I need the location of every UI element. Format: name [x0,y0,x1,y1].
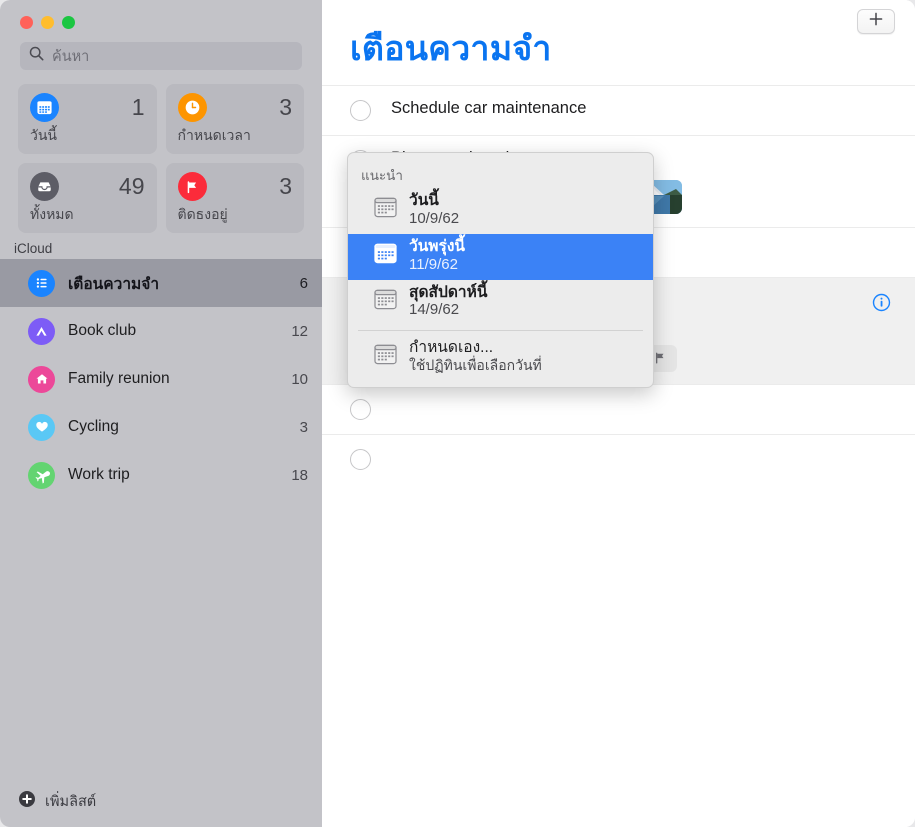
sidebar-item-count: 6 [299,274,308,292]
sidebar-item-count: 18 [291,466,308,484]
house-icon [28,365,55,393]
sidebar-item-count: 3 [299,418,308,436]
group-header-icloud: iCloud [14,241,53,256]
sidebar-item-reminders[interactable]: เตือนความจำ 6 [0,259,322,307]
complete-checkbox[interactable] [350,448,371,470]
traffic-lights [0,0,322,36]
date-option-title: สุดสัปดาห์นี้ [409,283,488,301]
popup-divider [358,330,643,332]
calendar-icon [374,344,397,370]
sidebar-item-label: Work trip [68,466,130,483]
sidebar-item-label: Cycling [68,418,119,435]
date-option-text: สุดสัปดาห์นี้ 14/9/62 [409,284,487,320]
calendar-icon [30,93,59,122]
date-option-custom[interactable]: กำหนดเอง... ใช้ปฏิทินเพื่อเลือกวันที่ [348,334,653,381]
plus-circle-icon [18,790,36,813]
reminder-title: Schedule car maintenance [391,98,587,117]
sidebar-item-book-club[interactable]: Book club 12 [0,307,322,355]
sidebar-item-label: Book club [68,322,137,339]
clock-icon [177,93,207,122]
add-list-label: เพิ่มลิสต์ [45,793,97,810]
smart-list-count: 3 [279,94,292,120]
complete-checkbox[interactable] [350,99,371,121]
airplane-icon [28,461,55,489]
date-option-subtitle: 14/9/62 [409,301,460,319]
date-option-today[interactable]: วันนี้ 10/9/62 [348,188,653,234]
date-option-tomorrow[interactable]: วันพรุ่งนี้ 11/9/62 [348,233,653,280]
sidebar-item-label: เตือนความจำ [68,275,160,293]
reminder-row[interactable] [322,383,915,434]
date-option-title: กำหนดเอง... [409,339,494,357]
smart-list-count: 49 [118,173,145,199]
smart-list-count: 1 [131,94,145,120]
date-option-subtitle: 11/9/62 [409,255,458,273]
search-icon [29,46,44,66]
reminders-window: ค้นหา 1 วันนี้ 3 กำหนดเวลา 49 ทั้งหมด 3 … [0,0,915,827]
close-button[interactable] [20,16,33,29]
date-option-text: วันนี้ 10/9/62 [409,192,459,228]
smart-list-label: ทั้งหมด [30,206,74,222]
date-option-text: กำหนดเอง... ใช้ปฏิทินเพื่อเลือกวันที่ [409,339,542,374]
smart-list-flagged[interactable]: 3 ติดธงอยู่ [165,163,304,233]
date-option-title: วันนี้ [409,192,439,209]
reminder-row[interactable] [322,433,915,484]
search-input[interactable]: ค้นหา [20,42,302,70]
search-container: ค้นหา [0,36,322,70]
sidebar: ค้นหา 1 วันนี้ 3 กำหนดเวลา 49 ทั้งหมด 3 … [0,0,322,827]
date-option-text: วันพรุ่งนี้ 11/9/62 [409,238,465,274]
smart-list-count: 3 [279,173,292,199]
calendar-icon [374,243,397,269]
sidebar-item-work-trip[interactable]: Work trip 18 [0,451,322,499]
smart-list-label: ติดธงอยู่ [177,206,228,222]
page-title: เตือนความจำ [350,30,552,68]
date-option-this-weekend[interactable]: สุดสัปดาห์นี้ 14/9/62 [348,280,653,326]
minimize-button[interactable] [41,16,54,29]
smart-list-scheduled[interactable]: 3 กำหนดเวลา [165,84,304,154]
smart-list-label: กำหนดเวลา [177,127,251,143]
tent-icon [28,317,55,345]
date-option-title: วันพรุ่งนี้ [409,237,466,255]
smart-list-all[interactable]: 49 ทั้งหมด [18,163,157,233]
sidebar-item-cycling[interactable]: Cycling 3 [0,403,322,451]
date-suggestions-popup: แนะนำ วันนี้ 10/9/62 วันพรุ่งนี้ 11/9/62… [347,152,654,389]
date-option-subtitle: 10/9/62 [409,209,460,227]
add-list-button[interactable]: เพิ่มลิสต์ [0,775,322,827]
smart-list-label: วันนี้ [30,127,58,143]
sidebar-item-count: 12 [291,322,308,340]
zoom-button[interactable] [62,16,75,29]
calendar-icon [374,197,397,223]
date-option-subtitle: ใช้ปฏิทินเพื่อเลือกวันที่ [409,357,542,374]
list-bullets-icon [28,269,55,297]
sidebar-item-family-reunion[interactable]: Family reunion 10 [0,355,322,403]
tray-icon [30,172,59,201]
smart-list-tiles: 1 วันนี้ 3 กำหนดเวลา 49 ทั้งหมด 3 ติดธงอ… [0,70,322,233]
sidebar-item-count: 10 [291,370,308,388]
popup-section-header: แนะนำ [361,168,403,183]
search-placeholder: ค้นหา [52,48,90,65]
add-reminder-button[interactable] [857,9,895,34]
heart-icon [28,413,55,441]
complete-checkbox[interactable] [350,398,371,420]
smart-list-today[interactable]: 1 วันนี้ [18,84,157,154]
plus-icon [869,12,883,31]
reminder-info-button[interactable] [872,293,891,317]
main-content: เตือนความจำ Schedule car maintenance Pla… [322,0,915,827]
calendar-icon [374,289,397,315]
flag-icon [177,172,207,201]
reminder-row[interactable]: Schedule car maintenance [322,84,915,135]
sidebar-item-label: Family reunion [68,370,170,387]
